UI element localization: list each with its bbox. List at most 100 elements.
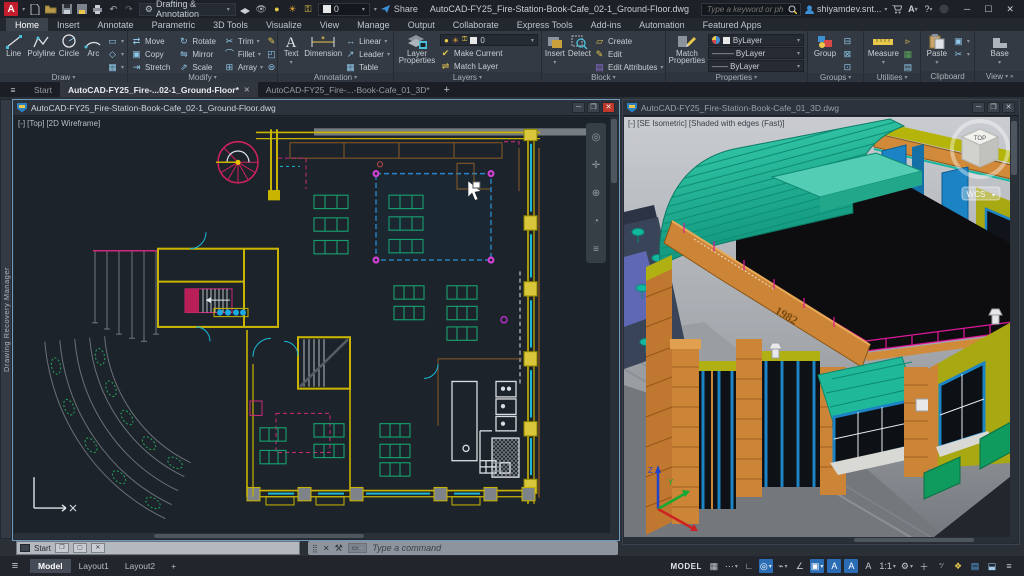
undo-icon[interactable]: ↶ bbox=[108, 3, 120, 15]
tab-insert[interactable]: Insert bbox=[48, 18, 89, 31]
panel-label-annotation[interactable]: Annotation▾ bbox=[278, 73, 393, 82]
window-close-button[interactable]: ✕ bbox=[602, 102, 615, 113]
annotation-scale-icon[interactable]: A bbox=[861, 559, 875, 573]
minimize-button[interactable]: ─ bbox=[964, 4, 970, 15]
close-button[interactable]: ✕ bbox=[1006, 4, 1014, 15]
leader-button[interactable]: ↗Leader▾ bbox=[345, 48, 390, 60]
layout-menu-icon[interactable]: ≡ bbox=[0, 560, 30, 572]
autoscale-toggle[interactable]: A bbox=[844, 559, 858, 573]
autodesk-app-icon[interactable]: A▾ bbox=[907, 3, 919, 15]
close-tab-icon[interactable]: ✕ bbox=[244, 86, 250, 94]
snap-mode-toggle[interactable]: ⋯▾ bbox=[724, 559, 739, 573]
maximize-button[interactable]: ☐ bbox=[984, 4, 992, 15]
canvas-3d[interactable]: [-] [SE Isometric] [Shaded with edges (F… bbox=[624, 117, 1018, 543]
command-input[interactable]: Type a command bbox=[372, 543, 441, 553]
navigation-wheel-icon[interactable]: ◎ bbox=[592, 132, 601, 143]
save-icon[interactable] bbox=[61, 3, 73, 15]
text-button[interactable]: A Text▾ bbox=[281, 33, 301, 66]
object-snap-toggle[interactable]: ▣▾ bbox=[810, 559, 825, 573]
eye-icon[interactable]: 👁 bbox=[255, 3, 267, 15]
tab-output[interactable]: Output bbox=[399, 18, 444, 31]
line-button[interactable]: Line bbox=[3, 33, 24, 58]
customize-wrench-icon[interactable]: ⚒ bbox=[335, 543, 343, 554]
tab-annotate[interactable]: Annotate bbox=[89, 18, 143, 31]
linetype-dropdown[interactable]: — —ByLayer▾ bbox=[708, 60, 804, 72]
isolate-objects-icon[interactable]: ❖ bbox=[951, 559, 965, 573]
cart-icon[interactable] bbox=[891, 3, 903, 15]
polyline-button[interactable]: Polyline bbox=[27, 33, 55, 58]
new-layout-button[interactable]: + bbox=[163, 561, 184, 571]
offset-icon[interactable]: ⊜ bbox=[266, 61, 277, 73]
orbit-icon[interactable]: ◔ bbox=[593, 216, 599, 227]
stretch-button[interactable]: ⇥Stretch bbox=[131, 61, 170, 73]
view-control[interactable]: [Top] bbox=[27, 119, 44, 128]
group-select-icon[interactable]: ⊡ bbox=[842, 61, 853, 73]
match-layer-button[interactable]: ⇌Match Layer bbox=[440, 60, 538, 72]
layout1-tab[interactable]: Layout1 bbox=[71, 559, 117, 573]
search-icon[interactable] bbox=[788, 5, 797, 14]
layer-dropdown[interactable]: ● ☀ ⚿ 0 ▾ bbox=[440, 34, 538, 46]
rectangle-tool-icon[interactable]: ▭▾ bbox=[107, 35, 124, 47]
new-tab-button[interactable]: + bbox=[438, 82, 456, 97]
window-restore-button[interactable]: ❐ bbox=[587, 102, 600, 113]
maximize-mini-button[interactable]: ▢ bbox=[73, 543, 87, 553]
app-logo[interactable]: A bbox=[4, 2, 18, 16]
window-close-button[interactable]: ✕ bbox=[1002, 102, 1015, 113]
panel-label-layers[interactable]: Layers▾ bbox=[394, 72, 541, 82]
annotation-monitor-icon[interactable]: ＋ bbox=[917, 559, 931, 573]
share-button[interactable]: Share bbox=[381, 4, 418, 14]
search-box[interactable] bbox=[701, 3, 801, 16]
recent-commands-icon[interactable]: ▭ ▾ bbox=[348, 543, 368, 553]
model-space-badge[interactable]: MODEL bbox=[670, 562, 701, 571]
clean-screen-icon[interactable]: ⬓ bbox=[985, 559, 999, 573]
file-tab-3d[interactable]: AutoCAD-FY25_Fire-...-Book-Cafe_01_3D* bbox=[258, 82, 438, 97]
file-tab-ground-floor[interactable]: AutoCAD-FY25_Fire-...02-1_Ground-Floor* … bbox=[60, 82, 258, 97]
rotate-button[interactable]: ↻Rotate bbox=[178, 35, 216, 47]
viewport-menu[interactable]: [-] bbox=[18, 119, 25, 128]
insert-button[interactable]: Insert▾ bbox=[545, 33, 565, 66]
bulb-sun-icon[interactable]: ☀ bbox=[287, 3, 299, 15]
measure-button[interactable]: Measure▾ bbox=[867, 33, 899, 66]
horizontal-scrollbar[interactable] bbox=[624, 537, 1010, 543]
notification-icon[interactable] bbox=[938, 3, 950, 15]
circle-button[interactable]: Circle bbox=[58, 33, 79, 58]
panel-label-modify[interactable]: Modify▾ bbox=[128, 73, 277, 82]
close-mini-button[interactable]: ✕ bbox=[91, 543, 105, 553]
lock-icon[interactable]: ⚿ bbox=[302, 3, 314, 15]
window-2d-titlebar[interactable]: AutoCAD-FY25_Fire-Station-Book-Cafe_02-1… bbox=[13, 100, 619, 116]
table-button[interactable]: ▦Table bbox=[345, 61, 390, 73]
account-menu[interactable]: shiyamdev.snt...▾ bbox=[805, 4, 887, 14]
fillet-button[interactable]: ⌒Fillet▾ bbox=[224, 48, 263, 60]
window-restore-button[interactable]: ❐ bbox=[987, 102, 1000, 113]
hatch-tool-icon[interactable]: ▦▾ bbox=[107, 61, 124, 73]
copy-button[interactable]: ▣Copy bbox=[131, 48, 170, 60]
horizontal-scrollbar[interactable] bbox=[14, 533, 610, 539]
panel-label-properties[interactable]: Properties▾ bbox=[666, 72, 807, 82]
model-tab[interactable]: Model bbox=[30, 559, 71, 573]
base-view-button[interactable]: Base▾ bbox=[986, 33, 1014, 66]
save-as-icon[interactable] bbox=[76, 3, 88, 15]
array-button[interactable]: ⊞Array▾ bbox=[224, 61, 263, 73]
isodraft-toggle[interactable]: ⌁▾ bbox=[776, 559, 790, 573]
tab-home[interactable]: Home bbox=[6, 18, 48, 31]
ungroup-icon[interactable]: ⊟ bbox=[842, 35, 853, 47]
annotation-visibility-toggle[interactable]: A bbox=[827, 559, 841, 573]
window-minimize-button[interactable]: ─ bbox=[972, 102, 985, 113]
window-minimize-button[interactable]: ─ bbox=[572, 102, 585, 113]
plot-icon[interactable] bbox=[92, 3, 104, 15]
new-file-icon[interactable] bbox=[29, 3, 41, 15]
search-input[interactable] bbox=[705, 4, 785, 15]
qat-expand-caret[interactable]: ▾ bbox=[374, 6, 377, 13]
panel-label-view[interactable]: View▾» bbox=[975, 71, 1024, 82]
restore-mini-button[interactable]: ❐ bbox=[55, 543, 69, 553]
layout2-tab[interactable]: Layout2 bbox=[117, 559, 163, 573]
move-button[interactable]: ⇄Move bbox=[131, 35, 170, 47]
command-grip-icon[interactable]: ⣿ bbox=[312, 544, 318, 553]
quick-calc-icon[interactable]: ▤ bbox=[902, 61, 913, 73]
layer-properties-button[interactable]: Layer Properties bbox=[397, 33, 437, 64]
pan-icon[interactable]: ✛ bbox=[592, 160, 600, 171]
tab-parametric[interactable]: Parametric bbox=[143, 18, 205, 31]
tab-view[interactable]: View bbox=[311, 18, 348, 31]
viewport-menu[interactable]: [-] bbox=[628, 119, 635, 128]
minimized-start-window[interactable]: Start ❐ ▢ ✕ bbox=[16, 541, 300, 555]
